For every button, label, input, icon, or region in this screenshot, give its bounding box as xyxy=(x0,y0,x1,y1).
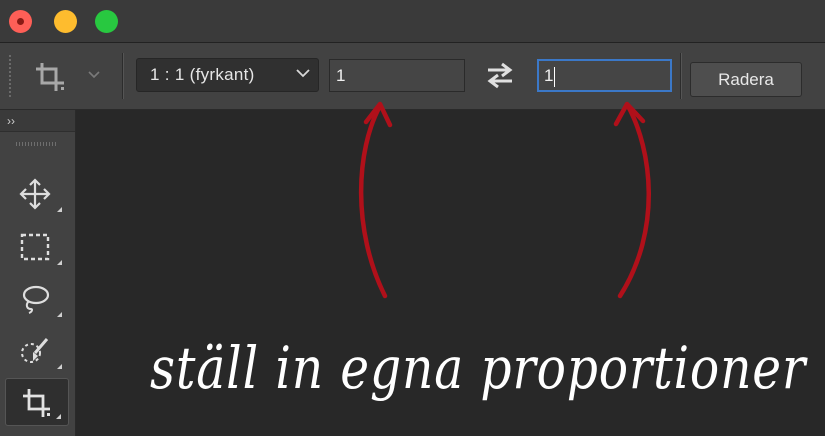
annotation-caption: ställ in egna proportioner xyxy=(150,334,807,402)
arrow-to-height-field xyxy=(613,101,651,299)
arrow-to-width-field xyxy=(358,101,393,299)
